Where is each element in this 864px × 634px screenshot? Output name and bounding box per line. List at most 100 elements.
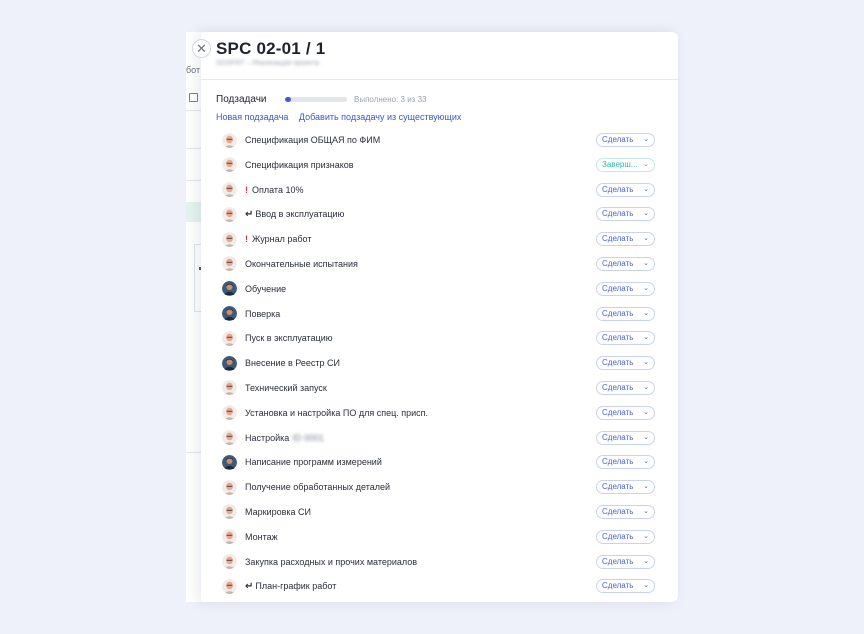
subtask-row[interactable]: Написание программ измерений Сделать ⌄	[216, 450, 656, 475]
subtask-title[interactable]: ↵ Ввод в эксплуатацию	[245, 209, 344, 220]
status-dropdown[interactable]: Сделать ⌄	[596, 133, 655, 147]
subtask-row[interactable]: Спецификация ОБЩАЯ по ФИМ Сделать ⌄	[216, 128, 656, 153]
avatar[interactable]	[222, 504, 237, 520]
board-icon	[189, 93, 198, 102]
status-dropdown[interactable]: Сделать ⌄	[596, 579, 655, 594]
status-dropdown[interactable]: Сделать ⌄	[596, 356, 655, 371]
avatar[interactable]	[222, 281, 237, 297]
task-panel: SPC 02-01 / 1 SOSPRT – Реализация проект…	[201, 32, 678, 602]
avatar[interactable]	[222, 306, 237, 322]
subtask-title[interactable]: Обучение	[245, 284, 286, 294]
status-dropdown[interactable]: Сделать ⌄	[596, 256, 655, 271]
subtask-title[interactable]: ! Журнал работ	[245, 234, 311, 244]
chevron-down-icon: ⌄	[643, 433, 649, 441]
close-icon: ✕	[196, 41, 207, 56]
status-label: Сделать	[602, 556, 634, 566]
subtask-title[interactable]: Закупка расходных и прочих материалов	[245, 557, 417, 567]
avatar[interactable]	[222, 157, 237, 173]
subtask-title[interactable]: Написание программ измерений	[245, 457, 382, 467]
avatar[interactable]	[222, 529, 237, 545]
status-label: Сделать	[602, 506, 634, 516]
new-subtask-link[interactable]: Новая подзадача	[216, 112, 288, 122]
status-dropdown[interactable]: Сделать ⌄	[596, 380, 655, 395]
subtask-title[interactable]: Установка и настройка ПО для спец. присп…	[245, 408, 428, 418]
avatar[interactable]	[222, 231, 237, 247]
subtask-row[interactable]: Настройка ID 0001 Сделать ⌄	[216, 426, 656, 451]
status-dropdown[interactable]: Сделать ⌄	[596, 306, 655, 321]
chevron-down-icon: ⌄	[643, 557, 649, 565]
avatar[interactable]	[222, 578, 237, 594]
subtask-title[interactable]: ! Оплата 10%	[245, 185, 303, 195]
chevron-down-icon: ⌄	[643, 507, 649, 515]
chevron-down-icon: ⌄	[643, 458, 649, 466]
status-dropdown[interactable]: Сделать ⌄	[596, 455, 655, 470]
subtask-row[interactable]: Внесение в Реестр СИ Сделать ⌄	[216, 351, 656, 376]
status-dropdown[interactable]: Сделать ⌄	[596, 554, 655, 569]
status-dropdown[interactable]: Сделать ⌄	[596, 480, 655, 495]
status-label: Сделать	[602, 457, 634, 467]
avatar[interactable]	[222, 405, 237, 421]
status-dropdown[interactable]: Заверш... ⌄	[596, 157, 655, 172]
avatar[interactable]	[222, 355, 237, 371]
subtask-row[interactable]: Пуск в эксплуатацию Сделать ⌄	[216, 326, 656, 351]
avatar[interactable]	[222, 479, 237, 495]
subtask-title[interactable]: Монтаж	[245, 532, 278, 542]
subtask-row[interactable]: Технический запуск Сделать ⌄	[216, 376, 656, 401]
avatar[interactable]	[222, 554, 237, 570]
subtask-title[interactable]: ↵ План-график работ	[245, 581, 336, 592]
avatar[interactable]	[222, 380, 237, 396]
status-label: Сделать	[602, 432, 634, 442]
subtask-title[interactable]: Пуск в эксплуатацию	[245, 333, 333, 343]
subtask-title[interactable]: Маркировка СИ	[245, 507, 311, 517]
subtask-label: Журнал работ	[252, 234, 312, 245]
subtask-title[interactable]: Настройка ID 0001	[245, 433, 324, 443]
status-dropdown[interactable]: Сделать ⌄	[596, 405, 655, 420]
status-dropdown[interactable]: Сделать ⌄	[596, 281, 655, 296]
background-divider	[186, 452, 202, 453]
status-dropdown[interactable]: Сделать ⌄	[596, 529, 655, 544]
subtask-title[interactable]: Спецификация ОБЩАЯ по ФИМ	[245, 135, 380, 145]
subtask-title[interactable]: Окончательные испытания	[245, 259, 358, 269]
subtask-row[interactable]: Спецификация признаков Заверш... ⌄	[216, 153, 656, 178]
subtask-label: Написание программ измерений	[245, 457, 382, 468]
avatar[interactable]	[222, 206, 237, 222]
subtask-title[interactable]: Спецификация признаков	[245, 160, 354, 170]
subtask-row[interactable]: Получение обработанных деталей Сделать ⌄	[216, 475, 656, 500]
subtask-row[interactable]: Окончательные испытания Сделать ⌄	[216, 252, 656, 277]
chevron-down-icon: ⌄	[643, 582, 649, 590]
status-dropdown[interactable]: Сделать ⌄	[596, 207, 655, 222]
status-label: Сделать	[602, 209, 634, 219]
subtask-row[interactable]: Маркировка СИ Сделать ⌄	[216, 500, 656, 525]
close-button[interactable]: ✕	[192, 39, 211, 58]
subtask-row[interactable]: Поверка Сделать ⌄	[216, 302, 656, 327]
status-dropdown[interactable]: Сделать ⌄	[596, 331, 655, 346]
status-dropdown[interactable]: Сделать ⌄	[596, 182, 655, 197]
avatar[interactable]	[222, 256, 237, 272]
subtask-title[interactable]: Поверка	[245, 309, 280, 319]
subtask-row[interactable]: ! Журнал работ Сделать ⌄	[216, 227, 656, 252]
breadcrumb[interactable]: SOSPRT – Реализация проекта	[216, 60, 319, 67]
subtask-row[interactable]: Закупка расходных и прочих материалов Сде…	[216, 550, 656, 575]
subtask-row[interactable]: Монтаж Сделать ⌄	[216, 525, 656, 550]
add-existing-subtask-link[interactable]: Добавить подзадачу из существующих	[299, 112, 461, 122]
subtask-row[interactable]: Обучение Сделать ⌄	[216, 277, 656, 302]
avatar[interactable]	[222, 430, 237, 446]
return-arrow-icon: ↵	[245, 209, 254, 221]
subtask-row[interactable]: ↵ Ввод в эксплуатацию Сделать ⌄	[216, 202, 656, 227]
avatar[interactable]	[222, 330, 237, 346]
subtask-title[interactable]: Технический запуск	[245, 383, 327, 393]
status-dropdown[interactable]: Сделать ⌄	[596, 430, 655, 445]
status-dropdown[interactable]: Сделать ⌄	[596, 504, 655, 519]
subtask-title[interactable]: Получение обработанных деталей	[245, 482, 390, 492]
subtask-title[interactable]: Внесение в Реестр СИ	[245, 358, 340, 368]
status-dropdown[interactable]: Сделать ⌄	[596, 232, 655, 247]
background-highlight-row	[186, 202, 202, 222]
avatar[interactable]	[222, 182, 237, 198]
avatar[interactable]	[222, 454, 237, 470]
subtask-row[interactable]: ! Оплата 10% Сделать ⌄	[216, 178, 656, 203]
subtask-label: Поверка	[245, 308, 281, 319]
subtask-row[interactable]: ↵ План-график работ Сделать ⌄	[216, 574, 656, 599]
background-divider	[186, 110, 202, 111]
subtask-row[interactable]: Установка и настройка ПО для спец. присп…	[216, 401, 656, 426]
avatar[interactable]	[222, 132, 237, 148]
